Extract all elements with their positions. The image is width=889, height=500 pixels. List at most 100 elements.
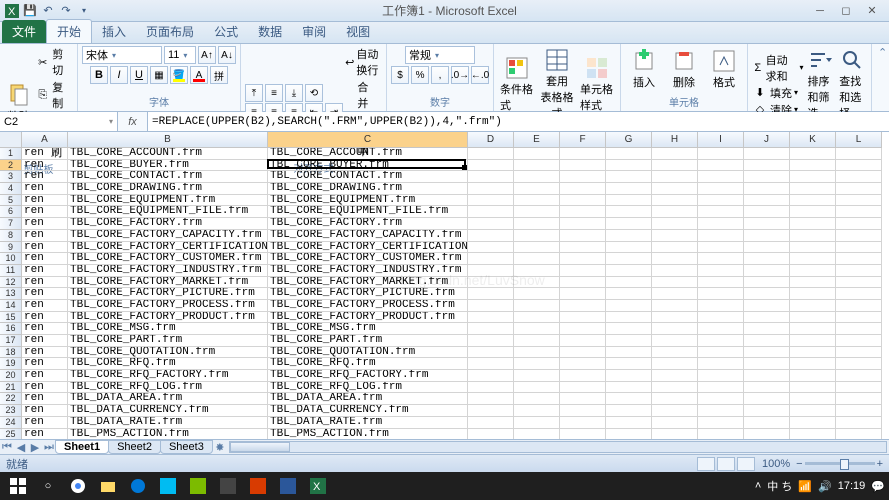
cell[interactable] bbox=[836, 323, 882, 335]
cell[interactable]: TBL_CORE_MSG.frm bbox=[68, 323, 268, 335]
cell[interactable]: TBL_DATA_AREA.frm bbox=[68, 393, 268, 405]
cell[interactable] bbox=[744, 370, 790, 382]
new-sheet-button[interactable]: ✸ bbox=[213, 441, 227, 454]
cell[interactable] bbox=[836, 288, 882, 300]
cell[interactable] bbox=[560, 265, 606, 277]
cell[interactable] bbox=[560, 242, 606, 254]
cell[interactable] bbox=[790, 405, 836, 417]
cell[interactable] bbox=[606, 347, 652, 359]
cell[interactable] bbox=[468, 358, 514, 370]
sheet-tab-Sheet3[interactable]: Sheet3 bbox=[160, 440, 213, 454]
cell[interactable] bbox=[652, 358, 698, 370]
column-header-F[interactable]: F bbox=[560, 132, 606, 148]
zoom-level[interactable]: 100% bbox=[762, 458, 790, 470]
cell[interactable] bbox=[514, 370, 560, 382]
cell[interactable] bbox=[468, 265, 514, 277]
tray-up-icon[interactable]: ˄ bbox=[755, 480, 761, 492]
cell[interactable] bbox=[560, 206, 606, 218]
cell[interactable] bbox=[514, 195, 560, 207]
shrink-font-button[interactable]: A↓ bbox=[218, 46, 236, 64]
cell[interactable] bbox=[790, 195, 836, 207]
cell[interactable] bbox=[744, 382, 790, 394]
row-header[interactable]: 18 bbox=[0, 347, 22, 359]
cell[interactable]: TBL_CORE_FACTORY_MARKET.frm bbox=[68, 277, 268, 289]
cell[interactable] bbox=[744, 288, 790, 300]
zoom-out-button[interactable]: − bbox=[796, 458, 802, 470]
cell[interactable] bbox=[790, 265, 836, 277]
cell[interactable] bbox=[560, 253, 606, 265]
cell[interactable] bbox=[790, 393, 836, 405]
wrap-text-button[interactable]: ↩自动换行 bbox=[345, 46, 382, 78]
cell[interactable] bbox=[606, 242, 652, 254]
cell[interactable] bbox=[698, 335, 744, 347]
row-header[interactable]: 1 bbox=[0, 148, 22, 160]
cell[interactable] bbox=[790, 300, 836, 312]
cell[interactable] bbox=[836, 253, 882, 265]
cell[interactable]: TBL_CORE_FACTORY_INDUSTRY.frm bbox=[268, 265, 468, 277]
cell[interactable] bbox=[606, 206, 652, 218]
cell[interactable]: TBL_CORE_FACTORY_PRODUCT.frm bbox=[68, 312, 268, 324]
column-header-G[interactable]: G bbox=[606, 132, 652, 148]
row-header[interactable]: 6 bbox=[0, 206, 22, 218]
cell[interactable] bbox=[698, 183, 744, 195]
cell[interactable]: ren bbox=[22, 312, 68, 324]
cell[interactable] bbox=[698, 382, 744, 394]
cell[interactable] bbox=[836, 300, 882, 312]
row-header[interactable]: 14 bbox=[0, 300, 22, 312]
cell[interactable]: TBL_DATA_CURRENCY.frm bbox=[68, 405, 268, 417]
cell[interactable]: ren bbox=[22, 171, 68, 183]
cell[interactable]: TBL_CORE_DRAWING.frm bbox=[268, 183, 468, 195]
cell[interactable] bbox=[560, 171, 606, 183]
cell[interactable] bbox=[744, 148, 790, 160]
cell[interactable]: TBL_CORE_RFQ.frm bbox=[68, 358, 268, 370]
cell[interactable] bbox=[836, 429, 882, 440]
column-header-C[interactable]: C bbox=[268, 132, 468, 148]
cell[interactable] bbox=[652, 230, 698, 242]
percent-button[interactable]: % bbox=[411, 66, 429, 84]
cell[interactable] bbox=[836, 265, 882, 277]
cell[interactable]: TBL_CORE_FACTORY.frm bbox=[68, 218, 268, 230]
cell[interactable] bbox=[560, 288, 606, 300]
cell[interactable] bbox=[698, 358, 744, 370]
conditional-format-button[interactable]: 条件格式 bbox=[498, 54, 536, 115]
cell[interactable] bbox=[514, 347, 560, 359]
format-cells-button[interactable]: 格式 bbox=[705, 47, 743, 92]
cell[interactable] bbox=[836, 171, 882, 183]
ribbon-tab-文件[interactable]: 文件 bbox=[2, 20, 46, 43]
app-icon-1[interactable] bbox=[154, 474, 182, 498]
delete-cells-button[interactable]: 删除 bbox=[665, 47, 703, 92]
cell[interactable] bbox=[698, 312, 744, 324]
italic-button[interactable]: I bbox=[110, 66, 128, 84]
cell[interactable] bbox=[698, 242, 744, 254]
cell[interactable] bbox=[560, 148, 606, 160]
edge-icon[interactable] bbox=[124, 474, 152, 498]
row-header[interactable]: 12 bbox=[0, 277, 22, 289]
cell[interactable] bbox=[606, 230, 652, 242]
cell[interactable] bbox=[698, 230, 744, 242]
row-header[interactable]: 2 bbox=[0, 160, 22, 172]
cell[interactable] bbox=[606, 405, 652, 417]
cell[interactable] bbox=[560, 183, 606, 195]
cell[interactable]: TBL_CORE_BUYER.frm bbox=[268, 160, 468, 172]
cell[interactable] bbox=[744, 265, 790, 277]
ribbon-tab-开始[interactable]: 开始 bbox=[46, 19, 92, 43]
cell[interactable] bbox=[560, 160, 606, 172]
cell[interactable]: ren bbox=[22, 429, 68, 440]
select-all-corner[interactable] bbox=[0, 132, 22, 148]
cells-area[interactable]: renTBL_CORE_ACCOUNT.frmTBL_CORE_ACCOUNT.… bbox=[22, 148, 889, 439]
cell[interactable] bbox=[652, 183, 698, 195]
fx-button[interactable]: fx bbox=[118, 112, 148, 131]
cell[interactable]: TBL_CORE_FACTORY_CAPACITY.frm bbox=[268, 230, 468, 242]
row-header[interactable]: 13 bbox=[0, 288, 22, 300]
ribbon-tab-公式[interactable]: 公式 bbox=[204, 20, 248, 43]
close-button[interactable]: ✕ bbox=[859, 2, 885, 20]
cell[interactable]: TBL_CORE_FACTORY_MARKET.frm bbox=[268, 277, 468, 289]
cell[interactable] bbox=[560, 405, 606, 417]
cell[interactable] bbox=[652, 417, 698, 429]
row-header[interactable]: 25 bbox=[0, 429, 22, 440]
row-header[interactable]: 21 bbox=[0, 382, 22, 394]
orientation-button[interactable]: ⟲ bbox=[305, 84, 323, 102]
cell[interactable]: TBL_PMS_ACTION.frm bbox=[68, 429, 268, 440]
cell[interactable]: ren bbox=[22, 417, 68, 429]
copy-button[interactable]: ⎘复制 bbox=[35, 79, 73, 111]
